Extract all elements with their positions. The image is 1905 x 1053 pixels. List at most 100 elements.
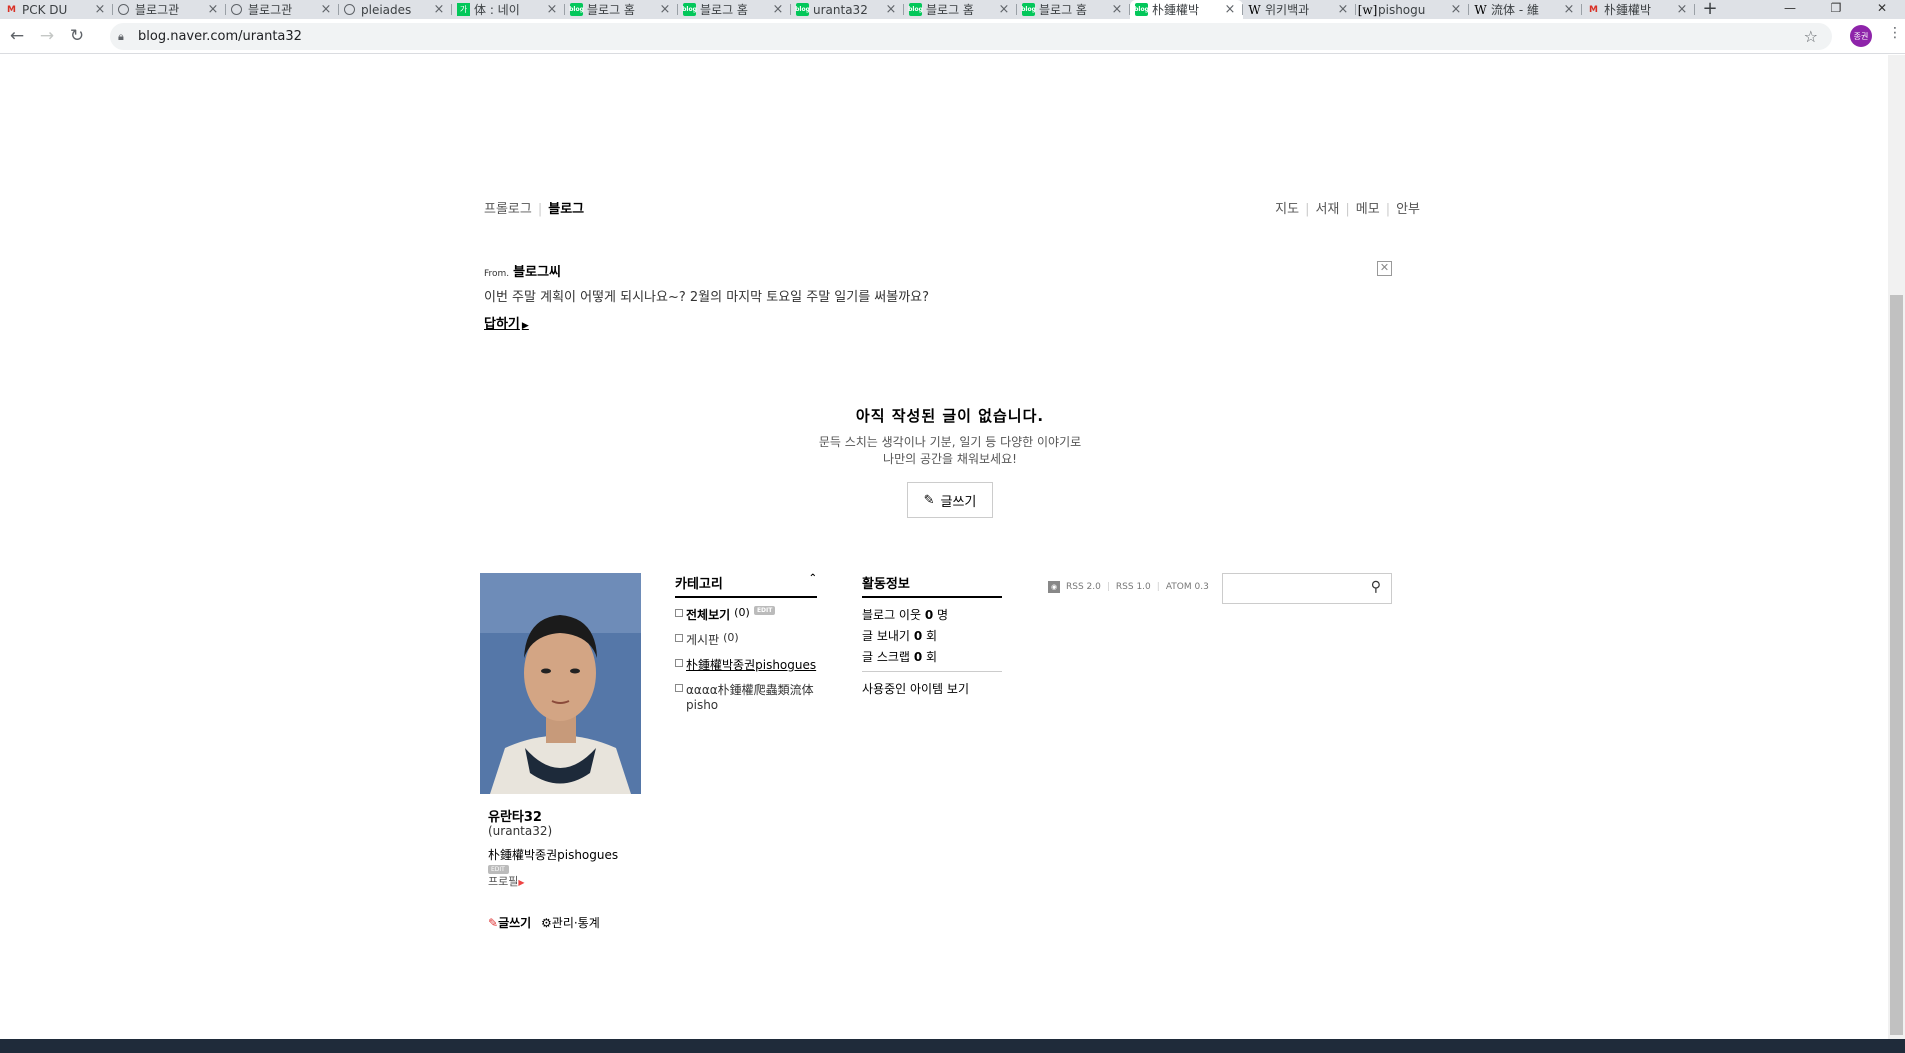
tab-close-icon[interactable]: × bbox=[771, 2, 785, 17]
profile-intro: 朴鍾權박종권pishogues EDIT bbox=[488, 848, 619, 874]
sidebar-write-link[interactable]: 글쓰기 bbox=[498, 916, 531, 930]
menu-icon[interactable]: ⋮ bbox=[1888, 25, 1902, 41]
tab-close-icon[interactable]: × bbox=[545, 2, 559, 17]
back-icon[interactable]: ← bbox=[4, 23, 30, 49]
bookmark-star-icon[interactable]: ☆ bbox=[1804, 27, 1818, 46]
empty-title: 아직 작성된 글이 없습니다. bbox=[855, 407, 1045, 425]
tab-close-icon[interactable]: × bbox=[206, 2, 220, 17]
tab-close-icon[interactable]: × bbox=[1110, 2, 1124, 17]
pencil-icon: ✎ bbox=[488, 916, 499, 930]
notice-message: 이번 주말 계획이 어떻게 되시나요~? 2월의 마지막 토요일 주말 일기를 … bbox=[484, 290, 930, 305]
forward-icon[interactable]: → bbox=[34, 23, 60, 49]
tab-title: 블로그 홈 bbox=[926, 3, 974, 17]
tab-close-icon[interactable]: × bbox=[1562, 2, 1576, 17]
nav-memo[interactable]: 메모 bbox=[1356, 202, 1380, 217]
folder-icon bbox=[675, 609, 683, 617]
category-item[interactable]: αααα朴鍾權爬蟲類流体pisho bbox=[675, 681, 817, 712]
profile-nickname: 유란타32 bbox=[488, 810, 542, 825]
tab-close-icon[interactable]: × bbox=[1336, 2, 1350, 17]
write-post-button[interactable]: ✎ 글쓰기 bbox=[907, 482, 993, 518]
atom-link[interactable]: ATOM 0.3 bbox=[1166, 582, 1209, 592]
profile-photo[interactable] bbox=[480, 573, 641, 794]
tab-strip: M PCK DU × 블로그관 × 블로그관 × pleiades × 가 体 : 네이 × blog 블… bbox=[0, 0, 1905, 19]
address-bar[interactable]: 🔒︎ blog.naver.com/uranta32 ☆ bbox=[110, 23, 1832, 50]
activity-scrap: 글 스크랩 0 회 bbox=[862, 650, 938, 664]
close-window-icon[interactable]: ✕ bbox=[1859, 0, 1905, 19]
blog-right-nav: 지도 | 서재 | 메모 | 안부 bbox=[1275, 202, 1420, 217]
browser-tab[interactable]: blog 블로그 홈 × bbox=[565, 0, 678, 19]
browser-tab[interactable]: 가 体 : 네이 × bbox=[452, 0, 565, 19]
os-taskbar bbox=[0, 1039, 1905, 1053]
blogssi-notice: From. 블로그씨 이번 주말 계획이 어떻게 되시나요~? 2월의 마지막 토… bbox=[484, 261, 1404, 332]
tab-close-icon[interactable]: × bbox=[997, 2, 1011, 17]
rss1-link[interactable]: RSS 1.0 bbox=[1116, 582, 1151, 592]
browser-tab[interactable]: W 위키백과 × bbox=[1243, 0, 1356, 19]
nav-map[interactable]: 지도 bbox=[1275, 202, 1299, 217]
category-header[interactable]: 카테고리 ⌃ bbox=[675, 573, 817, 598]
items-link[interactable]: 사용중인 아이템 보기 bbox=[862, 680, 1002, 697]
tab-close-icon[interactable]: × bbox=[884, 2, 898, 17]
browser-tab[interactable]: 블로그관 × bbox=[226, 0, 339, 19]
browser-toolbar: ← → ↻ 🔒︎ blog.naver.com/uranta32 ☆ 종권 ⋮ bbox=[0, 19, 1905, 54]
rss-icon: ◉ bbox=[1048, 581, 1060, 593]
activity-send: 글 보내기 0 회 bbox=[862, 629, 938, 643]
browser-tab[interactable]: M PCK DU × bbox=[0, 0, 113, 19]
new-tab-icon[interactable]: + bbox=[1695, 0, 1725, 19]
collapse-caret-icon[interactable]: ⌃ bbox=[809, 573, 817, 584]
restore-icon[interactable]: ❐ bbox=[1813, 0, 1859, 19]
browser-tab[interactable]: blog 블로그 홈 × bbox=[1017, 0, 1130, 19]
tab-title: 블로그 홈 bbox=[700, 3, 748, 17]
browser-tab[interactable]: 블로그관 × bbox=[113, 0, 226, 19]
notice-close-icon[interactable]: ✕ bbox=[1377, 261, 1392, 276]
tab-close-icon[interactable]: × bbox=[93, 2, 107, 17]
nav-blog[interactable]: 블로그 bbox=[548, 202, 584, 217]
manage-stats-link[interactable]: 관리·통계 bbox=[552, 916, 600, 930]
kor-favicon-icon: 가 bbox=[457, 3, 470, 16]
naver-favicon-icon: blog bbox=[908, 3, 923, 16]
browser-tab[interactable]: blog 블로그 홈 × bbox=[678, 0, 791, 19]
gmail-favicon-icon: M bbox=[7, 4, 16, 15]
category-item[interactable]: 朴鍾權박종권pishogues bbox=[675, 656, 817, 673]
minimize-icon[interactable]: — bbox=[1767, 0, 1813, 19]
tab-close-icon[interactable]: × bbox=[658, 2, 672, 17]
category-all[interactable]: 전체보기 (0) EDIT bbox=[675, 606, 817, 623]
tab-title: uranta32 bbox=[813, 2, 868, 17]
browser-tab[interactable]: W 流体 - 維 × bbox=[1469, 0, 1582, 19]
tab-close-icon[interactable]: × bbox=[319, 2, 333, 17]
nav-library[interactable]: 서재 bbox=[1315, 202, 1339, 217]
tab-close-icon[interactable]: × bbox=[1223, 2, 1237, 17]
browser-tab[interactable]: blog 朴鍾權박 × bbox=[1130, 0, 1243, 19]
profile-avatar[interactable]: 종권 bbox=[1850, 25, 1872, 47]
browser-tab[interactable]: blog 블로그 홈 × bbox=[904, 0, 1017, 19]
activity-neighbors: 블로그 이웃 0 명 bbox=[862, 608, 949, 622]
nav-guestbook[interactable]: 안부 bbox=[1396, 202, 1420, 217]
tab-close-icon[interactable]: × bbox=[1449, 2, 1463, 17]
reload-icon[interactable]: ↻ bbox=[64, 23, 90, 49]
browser-tab[interactable]: M 朴鍾權박 × bbox=[1582, 0, 1695, 19]
tab-close-icon[interactable]: × bbox=[1675, 2, 1689, 17]
empty-description: 문득 스치는 생각이나 기분, 일기 등 다양한 이야기로 나만의 공간을 채워보… bbox=[818, 435, 1082, 466]
rss2-link[interactable]: RSS 2.0 bbox=[1066, 582, 1101, 592]
browser-tab[interactable]: pleiades × bbox=[339, 0, 452, 19]
nav-prologue[interactable]: 프롤로그 bbox=[484, 202, 532, 217]
activity-widget: 활동정보 블로그 이웃 0 명 글 보내기 0 회 글 스크랩 0 회 사용중인… bbox=[862, 573, 1002, 697]
naver-favicon-icon: blog bbox=[1021, 3, 1036, 16]
blog-search-input[interactable]: ⚲ bbox=[1222, 573, 1392, 604]
scrollbar-thumb[interactable] bbox=[1890, 295, 1903, 1035]
category-item[interactable]: 게시판 (0) bbox=[675, 631, 817, 648]
naver-favicon-icon: blog bbox=[1134, 3, 1149, 16]
url-text[interactable]: blog.naver.com/uranta32 bbox=[138, 29, 302, 44]
tab-title: pishogu bbox=[1378, 2, 1426, 17]
profile-actions: ✎글쓰기 ⚙관리·통계 bbox=[488, 914, 600, 931]
category-edit-badge[interactable]: EDIT bbox=[753, 606, 776, 615]
wikiw-favicon-icon: [w] bbox=[1357, 2, 1378, 17]
vertical-scrollbar[interactable] bbox=[1888, 55, 1905, 1039]
tab-close-icon[interactable]: × bbox=[432, 2, 446, 17]
browser-tab[interactable]: blog uranta32 × bbox=[791, 0, 904, 19]
reply-link[interactable]: 답하기 ▶ bbox=[484, 313, 529, 332]
wiki-favicon-icon: W bbox=[1248, 2, 1261, 17]
search-icon[interactable]: ⚲ bbox=[1371, 579, 1381, 595]
profile-link[interactable]: 프로필▶ bbox=[488, 873, 525, 889]
browser-tab[interactable]: [w] pishogu × bbox=[1356, 0, 1469, 19]
folder-icon bbox=[675, 684, 683, 692]
